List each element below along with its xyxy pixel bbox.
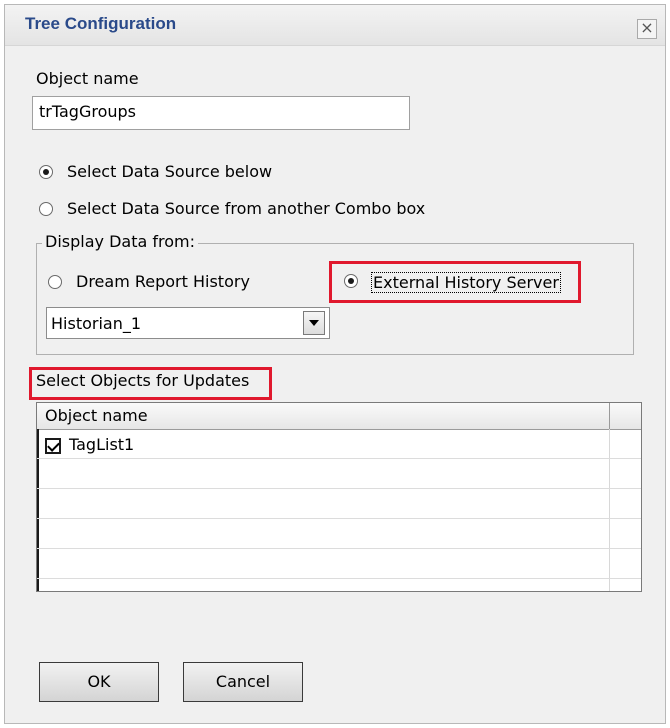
select-objects-title: Select Objects for Updates	[36, 371, 250, 390]
object-name-label: Object name	[36, 69, 139, 88]
radio-external-history-server[interactable]	[344, 274, 358, 288]
taglist1-checkbox[interactable]	[45, 438, 61, 454]
column-header-object-name[interactable]: Object name	[45, 406, 148, 425]
radio-select-data-source-another-combo-label[interactable]: Select Data Source from another Combo bo…	[67, 199, 425, 218]
radio-dream-report-history-label[interactable]: Dream Report History	[76, 272, 250, 291]
close-icon: ×	[640, 18, 654, 37]
historian-combo[interactable]: Historian_1	[46, 307, 330, 339]
objects-grid[interactable]: Object name TagList1	[36, 402, 642, 592]
display-data-legend: Display Data from:	[42, 232, 198, 251]
table-row[interactable]	[37, 489, 641, 519]
table-row[interactable]: TagList1	[37, 429, 641, 459]
ok-button[interactable]: OK	[39, 662, 159, 702]
historian-combo-value: Historian_1	[51, 314, 142, 333]
radio-external-history-server-label[interactable]: External History Server	[371, 272, 561, 293]
grid-header: Object name	[37, 403, 641, 430]
object-name-input[interactable]: trTagGroups	[32, 96, 410, 130]
row-label: TagList1	[69, 435, 135, 454]
radio-select-data-source-below-label[interactable]: Select Data Source below	[67, 162, 272, 181]
table-row[interactable]	[37, 459, 641, 489]
close-button[interactable]: ×	[637, 19, 657, 39]
table-row[interactable]	[37, 519, 641, 549]
window-title: Tree Configuration	[25, 14, 177, 33]
title-bar[interactable]: Tree Configuration ×	[5, 5, 665, 46]
radio-dream-report-history[interactable]	[48, 275, 62, 289]
radio-select-data-source-another-combo[interactable]	[39, 202, 53, 216]
chevron-down-icon[interactable]	[303, 311, 325, 335]
column-divider[interactable]	[609, 403, 610, 429]
table-row[interactable]	[37, 549, 641, 579]
radio-select-data-source-below[interactable]	[39, 165, 53, 179]
cancel-button[interactable]: Cancel	[183, 662, 303, 702]
